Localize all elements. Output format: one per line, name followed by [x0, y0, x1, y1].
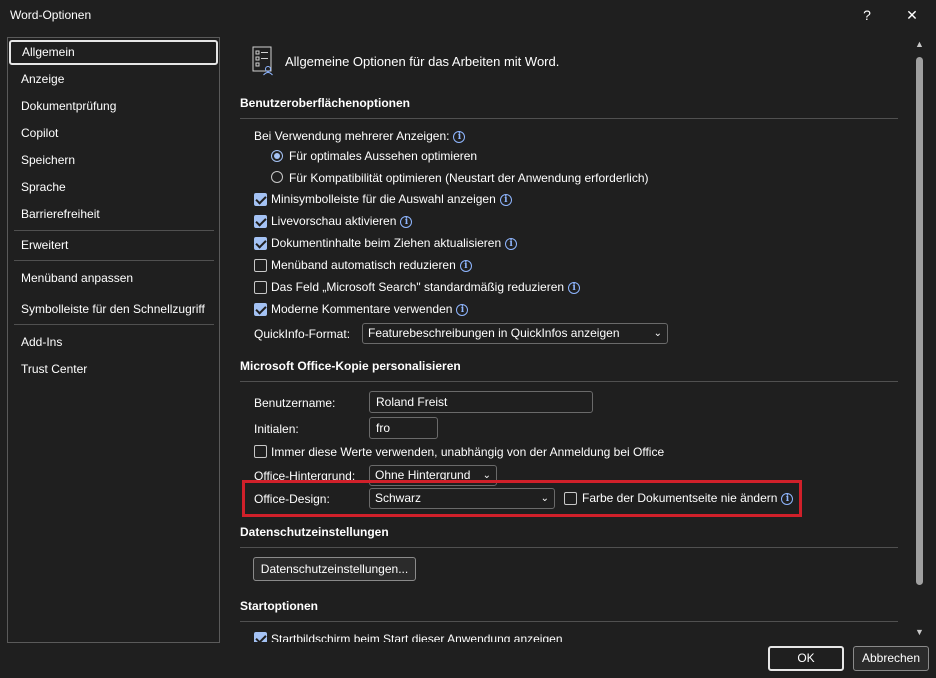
collapse-ribbon-label: Menüband automatisch reduzieren i: [271, 258, 472, 272]
username-input[interactable]: [369, 391, 593, 413]
section-title-privacy: Datenschutzeinstellungen: [240, 525, 389, 539]
info-icon[interactable]: i: [459, 260, 472, 272]
page-title: Allgemeine Optionen für das Arbeiten mit…: [285, 54, 560, 69]
checkbox-drag-update[interactable]: [254, 237, 267, 250]
sidebar-item-anzeige[interactable]: Anzeige: [8, 67, 219, 92]
checkbox-search-collapse[interactable]: [254, 281, 267, 294]
sidebar-item-menueband[interactable]: Menüband anpassen: [8, 266, 219, 291]
tooltip-format-dropdown[interactable]: Featurebeschreibungen in QuickInfos anze…: [362, 323, 668, 344]
sidebar-divider: [14, 324, 214, 325]
scroll-up-icon[interactable]: ▲: [915, 39, 924, 49]
section-title-startup: Startoptionen: [240, 599, 318, 613]
help-button[interactable]: ?: [852, 2, 882, 28]
cancel-button[interactable]: Abbrechen: [853, 646, 929, 671]
section-title-ui: Benutzeroberflächenoptionen: [240, 96, 411, 110]
startup-row-clip: Startbildschirm beim Start dieser Anwend…: [240, 628, 900, 642]
sidebar-item-speichern[interactable]: Speichern: [8, 148, 219, 173]
window-title: Word-Optionen: [10, 8, 92, 22]
initials-label: Initialen:: [254, 422, 299, 436]
section-divider: [240, 381, 898, 382]
multi-display-label: Bei Verwendung mehrerer Anzeigen: i: [254, 129, 466, 143]
section-title-personalize: Microsoft Office-Kopie personalisieren: [240, 359, 461, 373]
checkbox-modern-comments[interactable]: [254, 303, 267, 316]
info-icon[interactable]: i: [505, 238, 518, 250]
sidebar-item-erweitert[interactable]: Erweitert: [8, 233, 219, 258]
tooltip-format-label: QuickInfo-Format:: [254, 327, 351, 341]
checkbox-always-use-values[interactable]: [254, 445, 267, 458]
radio-compatibility[interactable]: [271, 171, 283, 183]
section-divider: [240, 547, 898, 548]
sidebar-item-copilot[interactable]: Copilot: [8, 121, 219, 146]
checkbox-mini-toolbar[interactable]: [254, 193, 267, 206]
radio-optimal-appearance[interactable]: [271, 150, 283, 162]
close-button[interactable]: ✕: [897, 2, 927, 28]
content-scrollbar[interactable]: ▲ ▼: [912, 37, 928, 643]
checkbox-live-preview[interactable]: [254, 215, 267, 228]
drag-update-label: Dokumentinhalte beim Ziehen aktualisiere…: [271, 236, 518, 250]
highlight-annotation: [242, 480, 802, 517]
scroll-down-icon[interactable]: ▼: [915, 627, 924, 637]
section-divider: [240, 118, 898, 119]
always-use-values-label: Immer diese Werte verwenden, unabhängig …: [271, 445, 665, 459]
sidebar-item-schnellzugriff[interactable]: Symbolleiste für den Schnellzugriff: [8, 297, 219, 322]
scrollbar-thumb[interactable]: [916, 57, 923, 585]
general-options-icon: [251, 46, 277, 76]
sidebar-item-trustcenter[interactable]: Trust Center: [8, 357, 219, 382]
info-icon[interactable]: i: [400, 216, 413, 228]
radio-optimal-label: Für optimales Aussehen optimieren: [289, 149, 478, 163]
privacy-settings-button[interactable]: Datenschutzeinstellungen...: [253, 557, 416, 581]
tooltip-format-value: Featurebeschreibungen in QuickInfos anze…: [368, 326, 620, 340]
sidebar-item-addins[interactable]: Add-Ins: [8, 330, 219, 355]
radio-compat-label: Für Kompatibilität optimieren (Neustart …: [289, 171, 649, 185]
sidebar-item-barrierefreiheit[interactable]: Barrierefreiheit: [8, 202, 219, 227]
section-divider: [240, 621, 898, 622]
info-icon[interactable]: i: [568, 282, 581, 294]
checkbox-start-screen[interactable]: [254, 632, 267, 642]
search-collapse-label: Das Feld „Microsoft Search" standardmäßi…: [271, 280, 581, 294]
info-icon[interactable]: i: [453, 131, 466, 143]
sidebar-divider: [14, 230, 214, 231]
sidebar-item-sprache[interactable]: Sprache: [8, 175, 219, 200]
sidebar-item-dokumentpruefung[interactable]: Dokumentprüfung: [8, 94, 219, 119]
info-icon[interactable]: i: [499, 194, 512, 206]
sidebar-nav: Allgemein Anzeige Dokumentprüfung Copilo…: [7, 37, 220, 643]
initials-input[interactable]: [369, 417, 438, 439]
live-preview-label: Livevorschau aktivieren i: [271, 214, 413, 228]
chevron-down-icon: ⌄: [653, 328, 662, 339]
mini-toolbar-label: Minisymbolleiste für die Auswahl anzeige…: [271, 192, 512, 206]
ok-button[interactable]: OK: [768, 646, 844, 671]
start-screen-label: Startbildschirm beim Start dieser Anwend…: [271, 632, 563, 642]
username-label: Benutzername:: [254, 396, 336, 410]
close-icon: ✕: [906, 6, 918, 23]
modern-comments-label: Moderne Kommentare verwenden i: [271, 302, 469, 316]
sidebar-divider: [14, 260, 214, 261]
info-icon[interactable]: i: [456, 304, 469, 316]
checkbox-collapse-ribbon[interactable]: [254, 259, 267, 272]
sidebar-item-allgemein[interactable]: Allgemein: [9, 40, 218, 65]
